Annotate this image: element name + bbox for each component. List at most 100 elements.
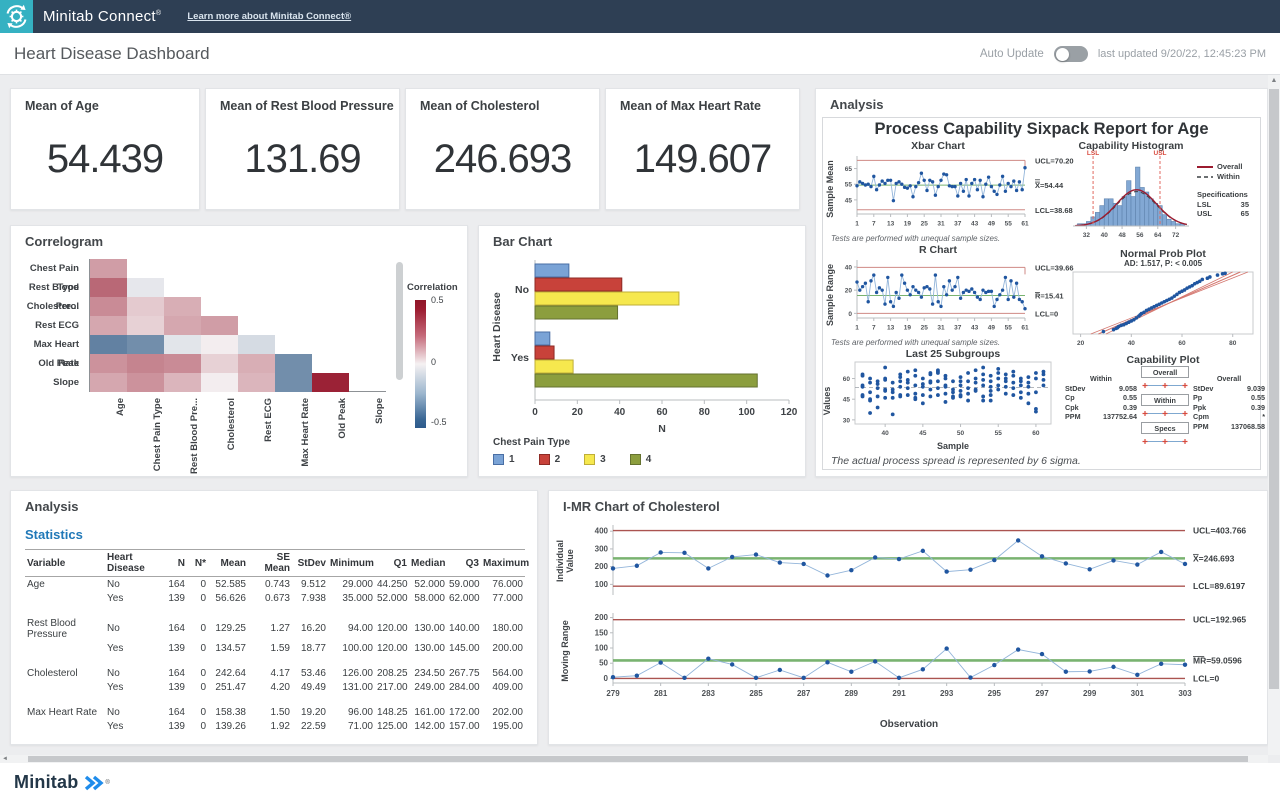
capplot-within-box: Within — [1141, 394, 1189, 406]
heatmap-cell[interactable] — [201, 335, 238, 354]
heatmap-cell[interactable] — [90, 316, 127, 335]
table-row: Rest Blood PressureNo1640129.251.2716.20… — [25, 616, 525, 641]
heatmap-cell[interactable] — [90, 278, 127, 297]
svg-text:61: 61 — [1021, 221, 1029, 228]
table-row: AgeNo164052.5850.7439.51229.00044.25052.… — [25, 577, 525, 592]
capplot-title: Capability Plot — [1073, 354, 1253, 366]
heatmap-cell[interactable] — [164, 335, 201, 354]
heatmap-cell[interactable] — [238, 373, 275, 392]
learn-more-link[interactable]: Learn more about Minitab Connect® — [187, 11, 351, 22]
svg-text:100: 100 — [595, 644, 609, 653]
heatmap-cell[interactable] — [127, 316, 164, 335]
capplot-stat-row: PPM137068.58 — [1193, 422, 1265, 432]
heatmap-cell[interactable] — [238, 354, 275, 373]
toggle-knob — [1056, 48, 1069, 61]
column-header: Q3 — [447, 550, 481, 577]
column-header: Mean — [208, 550, 248, 577]
spec-row: LSL35 — [1197, 200, 1249, 210]
moving-range-chart: 0501001502002792812832852872892912932952… — [559, 609, 1259, 713]
heatmap-cell[interactable] — [201, 354, 238, 373]
svg-text:299: 299 — [1083, 689, 1097, 698]
svg-text:40: 40 — [614, 407, 626, 418]
table-row: Max Heart RateNo1640158.381.5019.2096.00… — [25, 705, 525, 719]
heatmap-cell[interactable] — [201, 373, 238, 392]
legend-item: 4 — [630, 454, 652, 465]
svg-text:7: 7 — [872, 325, 876, 332]
column-header: StDev — [292, 550, 328, 577]
table-header-row: VariableHeart DiseaseNN*MeanSE MeanStDev… — [25, 550, 525, 577]
horizontal-scroll-thumb[interactable] — [28, 756, 1248, 762]
heatmap-cell[interactable] — [127, 335, 164, 354]
legend-item: 1 — [493, 454, 515, 465]
panel-title: I-MR Chart of Cholesterol — [563, 499, 720, 514]
heatmap-cell[interactable] — [127, 373, 164, 392]
heatmap-cell[interactable] — [90, 259, 127, 278]
heatmap-cell[interactable] — [201, 316, 238, 335]
svg-text:48: 48 — [1118, 232, 1126, 239]
vertical-scrollbar[interactable]: ▲ — [1268, 75, 1280, 755]
svg-text:USL: USL — [1154, 150, 1167, 157]
svg-text:LSL: LSL — [1087, 150, 1099, 157]
kpi-title: Mean of Cholesterol — [420, 99, 539, 113]
heatmap-cell[interactable] — [312, 373, 349, 392]
heatmap-cell[interactable] — [90, 373, 127, 392]
correlogram-scrollbar[interactable] — [396, 262, 403, 380]
kpi-value: 131.69 — [206, 137, 399, 182]
horizontal-scrollbar[interactable]: ◄ — [0, 755, 1268, 763]
column-header: N — [161, 550, 187, 577]
svg-text:0: 0 — [848, 311, 852, 318]
svg-text:80: 80 — [699, 407, 711, 418]
brand-name: Minitab Connect® — [43, 8, 161, 25]
auto-update-toggle[interactable] — [1054, 46, 1088, 62]
capplot-stat-row: Cpk0.39 — [1065, 403, 1137, 413]
svg-text:40: 40 — [1101, 232, 1109, 239]
column-header: Minimum — [328, 550, 375, 577]
sixpack-report: Process Capability Sixpack Report for Ag… — [822, 117, 1261, 470]
heatmap-cell[interactable] — [164, 316, 201, 335]
statistics-panel: Analysis Statistics VariableHeart Diseas… — [10, 490, 538, 745]
svg-text:N: N — [658, 423, 666, 435]
svg-text:UCL=192.965: UCL=192.965 — [1193, 615, 1246, 625]
heatmap-cell[interactable] — [275, 373, 312, 392]
svg-text:40: 40 — [845, 264, 853, 271]
heatmap-cell[interactable] — [275, 354, 312, 373]
svg-text:72: 72 — [1172, 232, 1180, 239]
heatmap-cell[interactable] — [127, 354, 164, 373]
heatmap-cell[interactable] — [90, 354, 127, 373]
r-chart: 0204017131925313743495561UCL=39.66R=15.4… — [829, 254, 1095, 336]
kpi-title: Mean of Max Heart Rate — [620, 99, 761, 113]
heatmap-row-label: Rest ECG — [12, 316, 84, 335]
heatmap-row-label: Old Peak — [12, 354, 84, 373]
svg-text:55: 55 — [1005, 221, 1013, 228]
heatmap-cell[interactable] — [127, 297, 164, 316]
heatmap-cell[interactable] — [164, 297, 201, 316]
svg-text:285: 285 — [749, 689, 763, 698]
correlogram-heatmap — [89, 259, 386, 392]
bar-legend: 1234 — [493, 454, 651, 465]
minitab-connect-logo-icon[interactable] — [0, 0, 33, 33]
heatmap-cell[interactable] — [164, 354, 201, 373]
svg-text:60: 60 — [843, 376, 851, 383]
column-header: Median — [409, 550, 447, 577]
scroll-up-icon[interactable]: ▲ — [1268, 75, 1280, 87]
imr-panel: I-MR Chart of Cholesterol Individual Val… — [548, 490, 1268, 745]
heatmap-cell[interactable] — [90, 335, 127, 354]
svg-text:80: 80 — [1229, 340, 1237, 347]
svg-text:279: 279 — [606, 689, 620, 698]
svg-text:19: 19 — [904, 221, 912, 228]
vertical-scroll-thumb[interactable] — [1269, 89, 1279, 689]
svg-text:25: 25 — [921, 325, 929, 332]
svg-text:65: 65 — [845, 166, 853, 173]
svg-text:Yes: Yes — [511, 352, 529, 364]
kpi-card-age: Mean of Age 54.439 — [10, 88, 200, 210]
svg-text:LCL=0: LCL=0 — [1035, 309, 1058, 318]
normal-prob-plot: 20406080 — [1069, 270, 1257, 350]
scroll-left-icon[interactable]: ◄ — [0, 755, 10, 763]
legend-item: 2 — [539, 454, 561, 465]
heatmap-cell[interactable] — [164, 373, 201, 392]
heatmap-cell[interactable] — [238, 335, 275, 354]
heatmap-cell[interactable] — [90, 297, 127, 316]
svg-text:7: 7 — [872, 221, 876, 228]
colorbar-tick: -0.5 — [431, 417, 447, 427]
heatmap-cell[interactable] — [127, 278, 164, 297]
